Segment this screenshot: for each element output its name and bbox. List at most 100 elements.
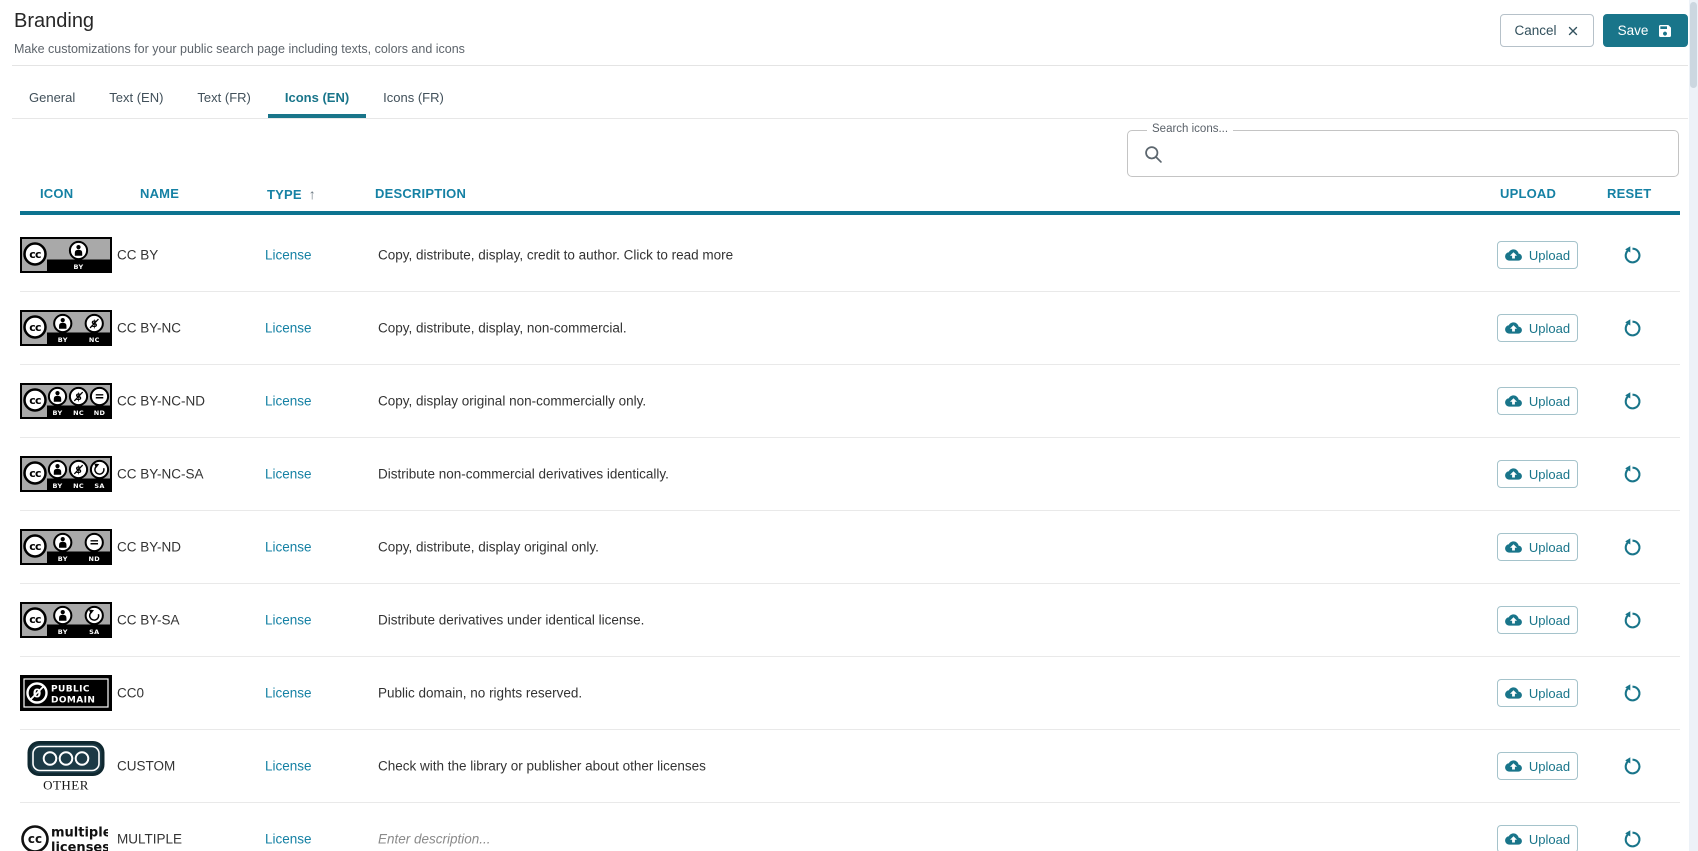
tab-bar: General Text (EN) Text (FR) Icons (EN) I…	[12, 77, 461, 118]
license-description[interactable]: Distribute derivatives under identical l…	[378, 613, 644, 628]
svg-text:BY: BY	[74, 263, 84, 271]
upload-button[interactable]: Upload	[1497, 825, 1578, 851]
table-body: cc BY CC BY License Copy, distribute, dis…	[20, 219, 1680, 851]
svg-text:BY: BY	[53, 409, 63, 417]
reset-rotate-icon	[1623, 610, 1642, 633]
reset-button[interactable]	[1620, 389, 1644, 413]
reset-button[interactable]	[1620, 316, 1644, 340]
svg-text:cc: cc	[29, 248, 41, 261]
reset-rotate-icon	[1623, 829, 1642, 851]
search-field: Search icons...	[1127, 123, 1679, 177]
tab-text-en[interactable]: Text (EN)	[92, 77, 180, 118]
reset-button[interactable]	[1620, 754, 1644, 778]
reset-button[interactable]	[1620, 827, 1644, 851]
sort-ascending-icon: ↑	[308, 186, 316, 202]
reset-rotate-icon	[1623, 756, 1642, 779]
license-type-link[interactable]: License	[265, 832, 312, 847]
license-type-link[interactable]: License	[265, 394, 312, 409]
license-description[interactable]: Public domain, no rights reserved.	[378, 686, 582, 701]
svg-text:BY: BY	[58, 555, 68, 563]
svg-text:multiple: multiple	[51, 826, 108, 841]
upload-button-label: Upload	[1528, 612, 1571, 628]
license-type-link[interactable]: License	[265, 540, 312, 555]
page-subtitle: Make customizations for your public sear…	[14, 42, 465, 56]
cloud-upload-icon	[1504, 759, 1522, 773]
license-badge-icon: cc BY $ NC SA	[20, 456, 112, 492]
svg-text:NC: NC	[73, 482, 84, 490]
scrollbar-track[interactable]	[1689, 0, 1698, 851]
upload-button[interactable]: Upload	[1497, 314, 1578, 342]
license-badge-icon: cc BY	[20, 237, 112, 273]
reset-button[interactable]	[1620, 243, 1644, 267]
header-divider	[12, 65, 1688, 66]
column-header-name[interactable]: NAME	[140, 186, 179, 201]
license-badge-icon: cc BY SA	[20, 602, 112, 638]
close-icon	[1566, 24, 1580, 38]
license-description[interactable]: Check with the library or publisher abou…	[378, 759, 706, 774]
table-row: 0PUBLICDOMAIN CC0 License Public domain,…	[20, 657, 1680, 730]
license-type-link[interactable]: License	[265, 248, 312, 263]
tab-icons-fr[interactable]: Icons (FR)	[366, 77, 461, 118]
license-name: CC BY-SA	[117, 612, 180, 628]
reset-rotate-icon	[1623, 683, 1642, 706]
upload-button[interactable]: Upload	[1497, 606, 1578, 634]
license-type-link[interactable]: License	[265, 759, 312, 774]
reset-rotate-icon	[1623, 537, 1642, 560]
license-description[interactable]: Distribute non-commercial derivatives id…	[378, 467, 669, 482]
search-icon	[1143, 144, 1164, 165]
search-icons-input[interactable]	[1172, 133, 1670, 174]
cloud-upload-icon	[1504, 540, 1522, 554]
branding-settings-page: Branding Make customizations for your pu…	[0, 0, 1698, 851]
svg-text:NC: NC	[89, 336, 100, 344]
tab-text-fr[interactable]: Text (FR)	[180, 77, 267, 118]
license-description[interactable]: Copy, distribute, display, non-commercia…	[378, 321, 627, 336]
upload-button[interactable]: Upload	[1497, 241, 1578, 269]
license-description[interactable]: Copy, distribute, display original only.	[378, 540, 599, 555]
column-header-upload: UPLOAD	[1500, 186, 1557, 201]
upload-button[interactable]: Upload	[1497, 752, 1578, 780]
reset-button[interactable]	[1620, 535, 1644, 559]
scrollbar-thumb[interactable]	[1690, 2, 1697, 88]
license-description[interactable]: Enter description...	[378, 832, 491, 847]
table-row: cc multiple licenses MULTIPLE License Ente…	[20, 803, 1680, 851]
upload-button-label: Upload	[1528, 758, 1571, 774]
cloud-upload-icon	[1504, 394, 1522, 408]
license-name: CUSTOM	[117, 758, 176, 774]
upload-button[interactable]: Upload	[1497, 533, 1578, 561]
license-badge-icon: cc BY $ NC	[20, 310, 112, 346]
upload-button-label: Upload	[1528, 247, 1571, 263]
column-header-icon: ICON	[40, 186, 74, 201]
column-header-description[interactable]: DESCRIPTION	[375, 186, 466, 201]
svg-text:BY: BY	[58, 336, 68, 344]
license-type-link[interactable]: License	[265, 613, 312, 628]
column-header-type[interactable]: TYPE ↑	[267, 186, 316, 202]
save-button[interactable]: Save	[1603, 14, 1688, 47]
upload-button[interactable]: Upload	[1497, 387, 1578, 415]
license-badge-icon: cc multiple licenses	[20, 821, 112, 851]
license-type-link[interactable]: License	[265, 321, 312, 336]
license-type-link[interactable]: License	[265, 467, 312, 482]
svg-text:BY: BY	[58, 628, 68, 636]
svg-text:cc: cc	[29, 467, 41, 480]
license-description[interactable]: Copy, distribute, display, credit to aut…	[378, 248, 733, 263]
upload-button-label: Upload	[1528, 539, 1571, 555]
reset-button[interactable]	[1620, 681, 1644, 705]
cancel-button[interactable]: Cancel	[1500, 14, 1594, 47]
svg-text:SA: SA	[94, 482, 104, 490]
license-name: MULTIPLE	[117, 831, 183, 847]
upload-button[interactable]: Upload	[1497, 460, 1578, 488]
upload-button[interactable]: Upload	[1497, 679, 1578, 707]
reset-button[interactable]	[1620, 462, 1644, 486]
tab-icons-en[interactable]: Icons (EN)	[267, 77, 367, 118]
svg-text:=: =	[89, 536, 99, 550]
reset-button[interactable]	[1620, 608, 1644, 632]
reset-rotate-icon	[1623, 318, 1642, 341]
license-description[interactable]: Copy, display original non-commercially …	[378, 394, 646, 409]
license-type-link[interactable]: License	[265, 686, 312, 701]
cloud-upload-icon	[1504, 832, 1522, 846]
table-row: OTHER CUSTOM License Check with the libr…	[20, 730, 1680, 803]
svg-text:BY: BY	[53, 482, 63, 490]
cloud-upload-icon	[1504, 321, 1522, 335]
svg-text:cc: cc	[28, 832, 42, 846]
tab-general[interactable]: General	[12, 77, 92, 118]
